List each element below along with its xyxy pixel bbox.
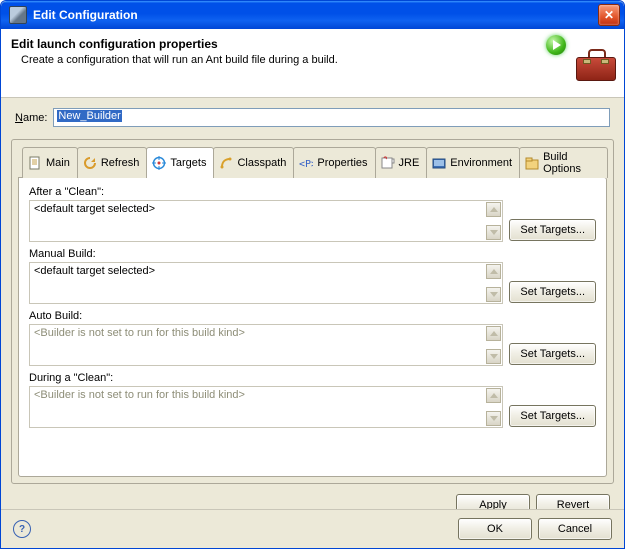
group-label: After a "Clean":: [29, 186, 596, 198]
group-after-clean: After a "Clean": <default target selecte…: [29, 186, 596, 242]
scroll-up-icon[interactable]: [486, 264, 501, 279]
group-label: Auto Build:: [29, 310, 596, 322]
tab-classpath[interactable]: Classpath: [213, 147, 294, 178]
jre-icon: [381, 156, 395, 170]
tab-targets[interactable]: Targets: [146, 147, 214, 178]
group-label: Manual Build:: [29, 248, 596, 260]
page-title: Edit launch configuration properties: [11, 37, 614, 51]
run-icon: [546, 35, 566, 55]
app-icon: [9, 6, 27, 24]
set-targets-during-clean-button[interactable]: Set Targets...: [509, 405, 596, 427]
tab-jre[interactable]: JRE: [375, 147, 428, 178]
build-options-icon: [525, 156, 539, 170]
document-icon: [28, 156, 42, 170]
title-bar: Edit Configuration ✕: [1, 1, 624, 29]
svg-text:<P>: <P>: [299, 159, 313, 170]
environment-icon: [432, 156, 446, 170]
tab-refresh[interactable]: Refresh: [77, 147, 148, 178]
name-input[interactable]: New_Builder: [53, 108, 610, 127]
scroll-up-icon[interactable]: [486, 326, 501, 341]
after-clean-targets-list[interactable]: <default target selected>: [29, 200, 503, 242]
tab-strip: Main Refresh Targets Classpath <P> Prope…: [22, 147, 607, 178]
properties-icon: <P>: [299, 156, 313, 170]
set-targets-manual-build-button[interactable]: Set Targets...: [509, 281, 596, 303]
tab-panel-targets: After a "Clean": <default target selecte…: [18, 177, 607, 477]
window-title: Edit Configuration: [33, 8, 138, 22]
cancel-button[interactable]: Cancel: [538, 518, 612, 540]
classpath-icon: [219, 156, 233, 170]
scroll-down-icon[interactable]: [486, 411, 501, 426]
close-icon[interactable]: ✕: [598, 4, 620, 26]
scroll-down-icon[interactable]: [486, 287, 501, 302]
page-subtitle: Create a configuration that will run an …: [21, 54, 614, 66]
refresh-icon: [83, 156, 97, 170]
manual-build-targets-list[interactable]: <default target selected>: [29, 262, 503, 304]
ok-button[interactable]: OK: [458, 518, 532, 540]
scroll-up-icon[interactable]: [486, 388, 501, 403]
tab-build-options[interactable]: Build Options: [519, 147, 608, 178]
set-targets-after-clean-button[interactable]: Set Targets...: [509, 219, 596, 241]
targets-icon: [152, 156, 166, 170]
scroll-up-icon[interactable]: [486, 202, 501, 217]
name-row: Name: New_Builder: [11, 108, 614, 127]
auto-build-targets-list[interactable]: <Builder is not set to run for this buil…: [29, 324, 503, 366]
group-manual-build: Manual Build: <default target selected> …: [29, 248, 596, 304]
group-during-clean: During a "Clean": <Builder is not set to…: [29, 372, 596, 428]
scroll-down-icon[interactable]: [486, 349, 501, 364]
group-auto-build: Auto Build: <Builder is not set to run f…: [29, 310, 596, 366]
tab-environment[interactable]: Environment: [426, 147, 520, 178]
help-icon[interactable]: ?: [13, 520, 31, 538]
scroll-down-icon[interactable]: [486, 225, 501, 240]
set-targets-auto-build-button[interactable]: Set Targets...: [509, 343, 596, 365]
banner: Edit launch configuration properties Cre…: [1, 29, 624, 98]
name-label: Name:: [15, 112, 47, 124]
toolbox-icon: [574, 47, 616, 81]
group-label: During a "Clean":: [29, 372, 596, 384]
tab-main[interactable]: Main: [22, 147, 78, 178]
during-clean-targets-list[interactable]: <Builder is not set to run for this buil…: [29, 386, 503, 428]
tab-properties[interactable]: <P> Properties: [293, 147, 375, 178]
